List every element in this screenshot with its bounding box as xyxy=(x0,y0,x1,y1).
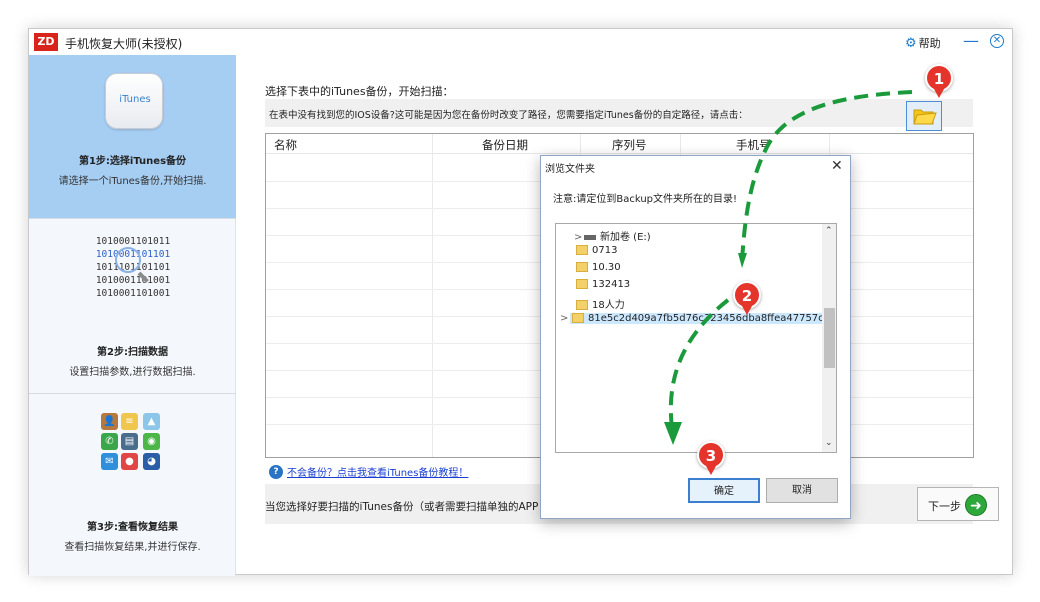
folder-icon xyxy=(576,245,588,255)
scan-prompt: 选择下表中的iTunes备份，开始扫描： xyxy=(265,85,454,98)
col-name[interactable]: 名称 xyxy=(274,137,297,153)
tree-item-folder[interactable]: 18人力 xyxy=(576,296,625,313)
col-phone[interactable]: 手机号 xyxy=(736,137,771,153)
minimize-button[interactable]: — xyxy=(963,31,979,50)
cancel-button[interactable]: 取消 xyxy=(766,478,838,503)
next-button[interactable]: 下一步 ➜ xyxy=(917,487,999,521)
step2-title: 第2步:扫描数据 xyxy=(97,347,168,358)
drive-icon xyxy=(584,234,596,240)
step2-desc: 设置扫描参数,进行数据扫描. xyxy=(69,367,196,378)
help-link[interactable]: ? 不会备份？点击我查看iTunes备份教程！ xyxy=(269,464,468,479)
col-backup-date[interactable]: 备份日期 xyxy=(482,137,528,153)
step1-desc: 请选择一个iTunes备份,开始扫描. xyxy=(58,176,207,187)
expand-icon[interactable]: > xyxy=(560,313,570,324)
sidebar-step-2[interactable]: 1010001101011 1010001101101 101110110110… xyxy=(29,218,236,394)
question-icon: ? xyxy=(269,464,283,479)
sidebar: iTunes 第1步:选择iTunes备份 请选择一个iTunes备份,开始扫描… xyxy=(29,55,236,576)
app-logo: ZD xyxy=(34,33,58,51)
contacts-icon: 👤 xyxy=(101,413,118,430)
arrow-right-icon: ➜ xyxy=(965,494,987,516)
step3-desc: 查看扫描恢复结果,并进行保存. xyxy=(64,542,201,553)
tree-item-folder[interactable]: 132413 xyxy=(576,279,630,296)
help-label: 帮助 xyxy=(918,37,941,50)
step1-title: 第1步:选择iTunes备份 xyxy=(78,156,187,167)
itunes-icon: iTunes xyxy=(105,73,163,129)
bottom-text: 当您选择好要扫描的iTunes备份（或者需要扫描单独的APP xyxy=(265,501,539,513)
notes-icon: ≡ xyxy=(121,413,138,430)
folder-icon xyxy=(572,313,584,323)
scroll-up-icon[interactable]: ⌃ xyxy=(825,226,833,236)
hint-text: 在表中没有找到您的IOS设备?这可能是因为您在备份时改变了路径，您需要指定iTu… xyxy=(269,110,748,121)
data-types-icon: 👤 ≡ ▲ ✆ ▤ ◉ ✉ ● ◕ xyxy=(97,411,169,473)
phone-icon: ✆ xyxy=(101,433,118,450)
app-title: 手机恢复大师(未授权) xyxy=(65,37,183,51)
step-badge-2: 2 xyxy=(733,281,761,315)
qq-icon: ◕ xyxy=(143,453,160,470)
help-button[interactable]: ⚙ 帮助 xyxy=(905,35,941,51)
browse-folder-dialog: 浏览文件夹 ✕ 注意:请定位到Backup文件夹所在的目录! > 新加卷 (E:)… xyxy=(540,155,851,519)
step-badge-3: 3 xyxy=(697,441,725,475)
folder-icon xyxy=(576,262,588,272)
col-serial[interactable]: 序列号 xyxy=(612,137,647,153)
voice-memo-icon: ● xyxy=(121,453,138,470)
folder-tree[interactable]: > 新加卷 (E:) 0713 10.30 132413 18人力 >81e5c2… xyxy=(555,223,837,453)
photos-icon: ▲ xyxy=(143,413,160,430)
wechat-icon: ◉ xyxy=(143,433,160,450)
tree-item-folder[interactable]: 0713 xyxy=(576,245,617,262)
sms-icon: ✉ xyxy=(101,453,118,470)
step3-title: 第3步:查看恢复结果 xyxy=(87,522,178,533)
sidebar-step-3[interactable]: 👤 ≡ ▲ ✆ ▤ ◉ ✉ ● ◕ 第3步:查看恢复结果 查看扫描恢复结果,并进… xyxy=(29,394,236,576)
sidebar-step-1[interactable]: iTunes 第1步:选择iTunes备份 请选择一个iTunes备份,开始扫描… xyxy=(29,55,236,218)
expand-icon[interactable]: > xyxy=(574,232,584,243)
help-link-text[interactable]: 不会备份？点击我查看iTunes备份教程！ xyxy=(287,468,468,479)
magnifier-icon xyxy=(115,247,141,273)
main-window: ZD 手机恢复大师(未授权) ⚙ 帮助 — ✕ iTunes 第1步:选择iTun… xyxy=(28,28,1013,576)
col-divider xyxy=(432,134,433,457)
gear-icon: ⚙ xyxy=(905,36,917,51)
folder-icon xyxy=(913,109,937,125)
tree-scrollbar[interactable]: ⌃ ⌄ xyxy=(822,224,836,452)
close-button[interactable]: ✕ xyxy=(990,34,1004,48)
folder-icon xyxy=(576,300,588,310)
tree-item-folder[interactable]: 10.30 xyxy=(576,262,621,279)
hint-bar: 在表中没有找到您的IOS设备?这可能是因为您在备份时改变了路径，您需要指定iTu… xyxy=(265,99,973,127)
step-badge-1: 1 xyxy=(925,64,953,98)
dialog-close-button[interactable]: ✕ xyxy=(831,158,843,174)
table-header: 名称 备份日期 序列号 手机号 xyxy=(266,134,973,154)
folder-icon xyxy=(576,279,588,289)
ok-button[interactable]: 确定 xyxy=(688,478,760,503)
title-bar: ZD 手机恢复大师(未授权) ⚙ 帮助 — ✕ xyxy=(29,29,1012,55)
browse-folder-button[interactable] xyxy=(906,101,942,131)
video-icon: ▤ xyxy=(121,433,138,450)
dialog-title: 浏览文件夹 xyxy=(545,164,595,175)
scroll-down-icon[interactable]: ⌄ xyxy=(825,438,833,448)
dialog-note: 注意:请定位到Backup文件夹所在的目录! xyxy=(553,194,738,205)
scroll-thumb[interactable] xyxy=(824,308,835,368)
tree-item-folder-selected[interactable]: >81e5c2d409a7fb5d76c323456dba8ffea47757c… xyxy=(560,313,836,330)
tree-item-drive[interactable]: > 新加卷 (E:) xyxy=(574,228,651,245)
